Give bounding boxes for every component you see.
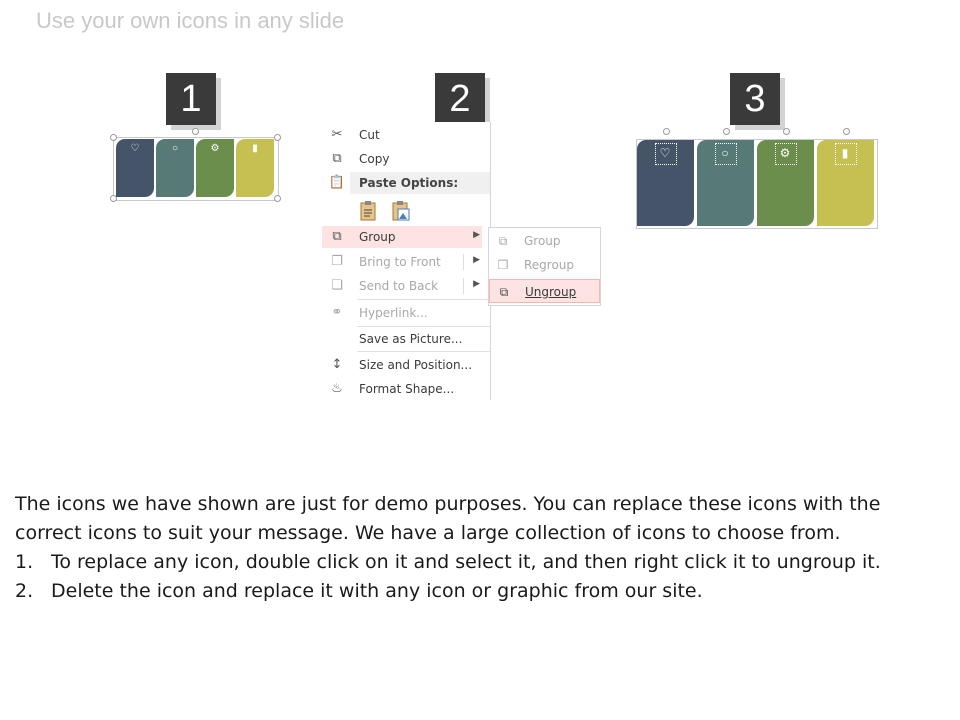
menu-item-group[interactable]: ⧉ Group ▶: [322, 226, 490, 248]
paste-options-header: Paste Options:: [350, 172, 490, 194]
tile-2[interactable]: ○: [156, 139, 194, 197]
submenu-item-group[interactable]: ⧉ Group: [489, 229, 600, 253]
clipboard-icon: 📋: [328, 175, 346, 190]
submenu-arrow-icon: ▶: [473, 255, 480, 265]
bar-chart-icon: ▮: [841, 146, 849, 160]
menu-label-cut: Cut: [359, 128, 380, 142]
paste-keep-formatting-icon[interactable]: [359, 200, 379, 222]
paste-options-label: Paste Options:: [359, 176, 459, 190]
slide-title: Use your own icons in any slide: [36, 8, 345, 33]
submenu-item-ungroup[interactable]: ⧉ Ungroup: [489, 279, 600, 303]
menu-item-copy[interactable]: ⧉ Copy: [322, 148, 490, 170]
gear-icon: ⚙: [210, 143, 220, 154]
instructions: The icons we have shown are just for dem…: [15, 490, 935, 606]
rotate-handle[interactable]: [663, 128, 670, 135]
list-text: To replace any icon, double click on it …: [51, 551, 881, 573]
tile-2[interactable]: ○: [697, 140, 754, 226]
menu-item-size-and-position[interactable]: ↕ Size and Position...: [322, 354, 490, 376]
list-item: 1. To replace any icon, double click on …: [15, 548, 935, 577]
bar-chart-icon: ▮: [252, 143, 258, 154]
copy-icon: ⧉: [332, 151, 342, 166]
menu-label-copy: Copy: [359, 152, 390, 166]
paint-bucket-icon: ♨: [331, 381, 343, 396]
submenu-label-group: Group: [524, 234, 561, 248]
tile-1[interactable]: ♡: [637, 140, 694, 226]
regroup-icon: ❐: [497, 258, 509, 272]
resize-handle[interactable]: [110, 134, 117, 141]
step-badge-2: 2: [435, 73, 485, 125]
context-menu: ✂ Cut ⧉ Copy 📋 Paste Options: ⧉ Group ▶ …: [322, 122, 491, 400]
submenu-arrow-icon: ▶: [473, 279, 480, 289]
paste-as-picture-icon[interactable]: [391, 200, 411, 222]
list-item: 2. Delete the icon and replace it with a…: [15, 577, 935, 606]
menu-label-hyperlink: Hyperlink...: [359, 306, 428, 320]
group-icon: ⧉: [332, 229, 342, 244]
menu-label-size-and-position: Size and Position...: [359, 358, 473, 372]
menu-label-group: Group: [359, 230, 396, 244]
bring-to-front-icon: ❐: [331, 254, 343, 269]
scissors-icon: ✂: [331, 127, 343, 142]
rotate-handle[interactable]: [723, 128, 730, 135]
rotate-handle[interactable]: [192, 128, 199, 135]
resize-handle[interactable]: [274, 134, 281, 141]
list-number: 2.: [15, 580, 34, 602]
lightbulb-icon: ○: [171, 143, 179, 154]
ungroup-icon: ⧉: [499, 285, 509, 299]
menu-item-send-to-back[interactable]: ❏ Send to Back ▶: [322, 275, 490, 297]
group-icon: ⧉: [498, 234, 508, 248]
rotate-handle[interactable]: [783, 128, 790, 135]
intro-paragraph: The icons we have shown are just for dem…: [15, 493, 881, 544]
menu-item-format-shape[interactable]: ♨ Format Shape...: [322, 378, 490, 400]
submenu-item-regroup[interactable]: ❐ Regroup: [489, 253, 600, 277]
tile-1[interactable]: ♡: [116, 139, 154, 197]
submenu-arrow-icon: ▶: [473, 230, 480, 240]
heart-icon: ♡: [659, 146, 671, 160]
gear-icon: ⚙: [779, 146, 791, 160]
rotate-handle[interactable]: [843, 128, 850, 135]
heart-icon: ♡: [130, 143, 140, 154]
menu-label-save-as-picture: Save as Picture...: [359, 332, 463, 346]
resize-handle[interactable]: [274, 195, 281, 202]
tile-3[interactable]: ⚙: [757, 140, 814, 226]
menu-item-save-as-picture[interactable]: Save as Picture...: [322, 328, 490, 350]
submenu-label-regroup: Regroup: [524, 258, 575, 272]
menu-item-hyperlink[interactable]: ⚭ Hyperlink...: [322, 302, 490, 324]
menu-item-cut[interactable]: ✂ Cut: [322, 124, 490, 146]
step-badge-1: 1: [166, 73, 216, 125]
list-number: 1.: [15, 551, 34, 573]
submenu-label-ungroup: Ungroup: [525, 285, 577, 299]
menu-label-bring-to-front: Bring to Front: [359, 255, 441, 269]
group-submenu: ⧉ Group ❐ Regroup ⧉ Ungroup: [488, 227, 601, 306]
lightbulb-icon: ○: [721, 146, 729, 160]
menu-item-bring-to-front[interactable]: ❐ Bring to Front ▶: [322, 251, 490, 273]
step-badge-3: 3: [730, 73, 780, 125]
hyperlink-icon: ⚭: [331, 305, 343, 320]
menu-label-send-to-back: Send to Back: [359, 279, 439, 293]
menu-label-format-shape: Format Shape...: [359, 382, 455, 396]
list-text: Delete the icon and replace it with any …: [51, 580, 703, 602]
tile-4[interactable]: ▮: [236, 139, 274, 197]
size-position-icon: ↕: [331, 357, 343, 372]
tile-3[interactable]: ⚙: [196, 139, 234, 197]
send-to-back-icon: ❏: [331, 278, 343, 293]
tile-4[interactable]: ▮: [817, 140, 874, 226]
